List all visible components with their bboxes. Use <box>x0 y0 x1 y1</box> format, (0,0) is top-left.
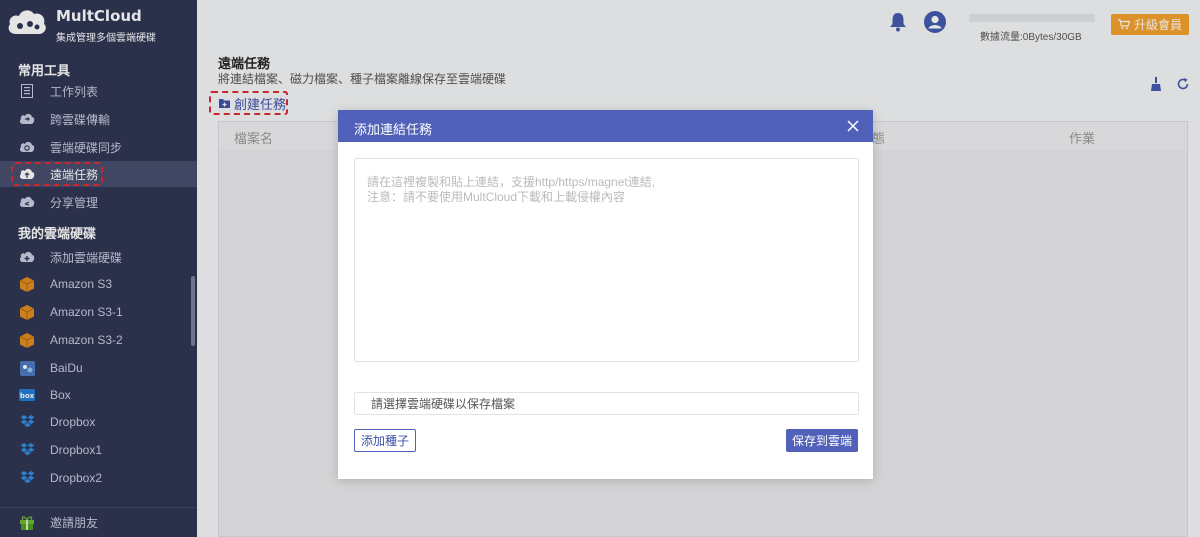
dropbox-icon <box>19 414 35 430</box>
close-icon[interactable] <box>845 118 861 134</box>
baidu-icon <box>19 360 35 376</box>
dropbox-icon <box>19 442 35 458</box>
tools-section-title: 常用工具 <box>18 63 71 78</box>
sidebar-item-amazon-s3-1[interactable]: Amazon S3-1 <box>0 299 197 325</box>
user-icon[interactable] <box>924 11 946 33</box>
dropbox-icon <box>19 470 35 486</box>
task-list-icon <box>19 83 35 99</box>
column-header-name[interactable]: 檔案名 <box>234 128 273 147</box>
cloud-transfer-icon <box>19 111 35 127</box>
upgrade-button[interactable]: 升級會員 <box>1111 14 1189 35</box>
sidebar-item-label: 分享管理 <box>50 195 99 210</box>
cloud-sync-icon <box>19 139 35 155</box>
sidebar-scrollbar[interactable] <box>191 276 195 346</box>
sidebar-item-share[interactable]: 分享管理 <box>0 189 197 215</box>
add-link-task-dialog: 添加連結任務 請在這裡複製和貼上連結，支援http/https/magnet連結… <box>338 110 873 479</box>
sidebar-item-label: 遠端任務 <box>50 167 99 182</box>
sidebar: MultCloud 集成管理多個雲端硬碟 常用工具 工作列表 跨雲碟傳輸 雲端硬… <box>0 0 197 537</box>
sidebar-item-label: 添加雲端硬碟 <box>50 250 123 265</box>
sidebar-item-cloud-transfer[interactable]: 跨雲碟傳輸 <box>0 106 197 132</box>
column-header-status[interactable]: 態 <box>872 128 885 147</box>
sidebar-item-baidu[interactable]: BaiDu <box>0 355 197 381</box>
dialog-title: 添加連結任務 <box>354 122 433 137</box>
svg-text:box: box <box>20 392 35 400</box>
sidebar-item-label: BaiDu <box>50 361 83 375</box>
invite-friends-label: 邀請朋友 <box>50 515 99 530</box>
cart-icon <box>1117 19 1130 30</box>
brand-tagline: 集成管理多個雲端硬碟 <box>56 33 156 44</box>
sidebar-item-box[interactable]: box Box <box>0 382 197 408</box>
invite-friends-button[interactable]: 邀請朋友 <box>0 509 197 535</box>
sidebar-item-cloud-sync[interactable]: 雲端硬碟同步 <box>0 134 197 160</box>
create-task-label: 創建任務 <box>234 96 287 112</box>
sidebar-footer: 邀請朋友 <box>0 507 197 537</box>
sidebar-item-label: Amazon S3-1 <box>50 305 123 319</box>
sidebar-item-label: 工作列表 <box>50 84 99 99</box>
add-cloud-icon <box>19 249 35 265</box>
sidebar-item-label: Dropbox <box>50 415 96 429</box>
page-description: 將連結檔案、磁力檔案、種子檔案離線保存至雲端硬碟 <box>218 72 507 86</box>
sidebar-item-add-cloud[interactable]: 添加雲端硬碟 <box>0 244 197 270</box>
multcloud-logo-icon <box>8 10 46 34</box>
sidebar-item-label: 跨雲碟傳輸 <box>50 112 111 127</box>
amazon-s3-icon <box>19 304 35 320</box>
link-input[interactable] <box>354 158 859 362</box>
remote-upload-icon <box>19 166 35 182</box>
sidebar-item-amazon-s3-2[interactable]: Amazon S3-2 <box>0 327 197 353</box>
sidebar-item-task-list[interactable]: 工作列表 <box>0 78 197 104</box>
logo[interactable]: MultCloud 集成管理多個雲端硬碟 <box>0 0 197 50</box>
drives-section-title: 我的雲端硬碟 <box>18 226 97 241</box>
traffic-usage-text: 數據流量:0Bytes/30GB <box>980 32 1082 43</box>
sidebar-item-dropbox2[interactable]: Dropbox2 <box>0 465 197 491</box>
refresh-icon[interactable] <box>1176 77 1190 91</box>
cloud-drive-select[interactable]: 請選擇雲端硬碟以保存檔案 <box>354 392 859 415</box>
share-icon <box>19 194 35 210</box>
box-icon: box <box>19 387 35 403</box>
sidebar-item-label: Dropbox1 <box>50 443 103 457</box>
amazon-s3-icon <box>19 276 35 292</box>
top-bar: 數據流量:0Bytes/30GB 升級會員 <box>197 0 1200 48</box>
sidebar-item-dropbox[interactable]: Dropbox <box>0 409 197 435</box>
sidebar-item-dropbox1[interactable]: Dropbox1 <box>0 437 197 463</box>
sidebar-item-label: Amazon S3 <box>50 277 113 291</box>
brand-name: MultCloud <box>56 7 142 25</box>
sidebar-item-label: Dropbox2 <box>50 471 103 485</box>
create-task-button[interactable]: 創建任務 <box>209 91 288 115</box>
bell-icon[interactable] <box>889 12 907 35</box>
sidebar-item-label: Box <box>50 388 71 402</box>
column-header-action[interactable]: 作業 <box>1069 128 1095 147</box>
cloud-drive-select-placeholder: 請選擇雲端硬碟以保存檔案 <box>371 397 516 411</box>
folder-plus-icon <box>219 99 230 108</box>
upgrade-label: 升級會員 <box>1133 18 1182 32</box>
gift-icon <box>19 514 35 530</box>
clean-icon[interactable] <box>1149 77 1163 91</box>
traffic-progress-bar <box>969 14 1095 22</box>
sidebar-item-label: Amazon S3-2 <box>50 333 123 347</box>
amazon-s3-icon <box>19 332 35 348</box>
sidebar-item-label: 雲端硬碟同步 <box>50 140 123 155</box>
sidebar-item-remote-upload[interactable]: 遠端任務 <box>0 161 197 187</box>
save-to-cloud-button[interactable]: 保存到雲端 <box>786 429 858 452</box>
add-torrent-button[interactable]: 添加種子 <box>354 429 416 452</box>
dialog-header: 添加連結任務 <box>338 110 873 142</box>
sidebar-item-amazon-s3[interactable]: Amazon S3 <box>0 271 197 297</box>
